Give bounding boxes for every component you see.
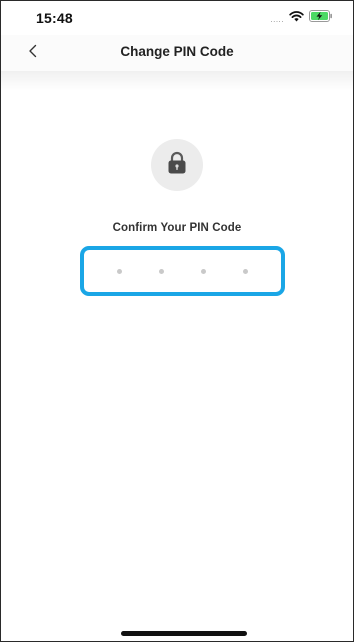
signal-dots: .....: [270, 14, 284, 24]
pin-digit-3: [201, 268, 207, 274]
navigation-bar: Change PIN Code: [1, 35, 353, 71]
status-time: 15:48: [36, 10, 73, 26]
pin-digit-2: [158, 268, 164, 274]
nav-shadow-divider: [1, 71, 353, 91]
lock-badge: [151, 139, 203, 191]
pin-digit-4: [243, 268, 249, 274]
wifi-icon: [289, 9, 304, 27]
lock-icon: [167, 151, 187, 180]
battery-charging-icon: [309, 9, 333, 27]
home-indicator[interactable]: [121, 631, 247, 636]
status-bar: 15:48 .....: [1, 1, 353, 35]
pin-input-highlight: [80, 246, 285, 296]
status-icons: .....: [270, 9, 333, 27]
pin-input[interactable]: [88, 254, 277, 288]
pin-prompt: Confirm Your PIN Code: [112, 222, 242, 234]
change-pin-screen: 15:48 ..... Change PIN Code Confirm Your…: [0, 0, 354, 642]
pin-digit-1: [116, 268, 122, 274]
page-title: Change PIN Code: [120, 44, 234, 59]
